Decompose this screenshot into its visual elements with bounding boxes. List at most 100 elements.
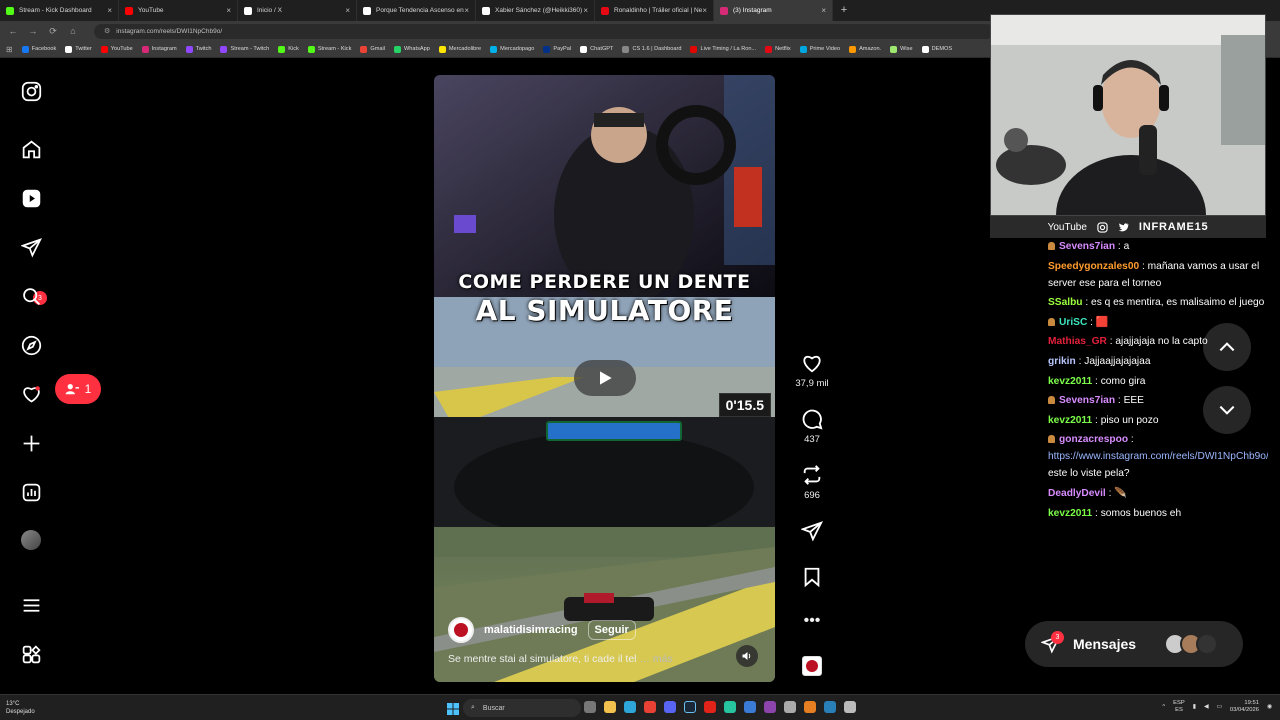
also-from-meta-icon[interactable] — [20, 643, 42, 665]
steam-icon[interactable] — [684, 701, 696, 713]
bookmark-item[interactable]: Mercadolibre — [438, 45, 481, 53]
bookmark-item[interactable]: Wise — [890, 45, 913, 53]
apps-icon[interactable]: ⊞ — [6, 45, 13, 54]
close-tab-icon[interactable]: × — [107, 6, 112, 15]
save-button[interactable] — [792, 566, 832, 592]
instagram-logo-icon[interactable] — [20, 80, 42, 102]
speaker-icon — [742, 652, 751, 660]
chat-username: SSalbu — [1048, 297, 1083, 309]
browser-tab[interactable]: (3) Instagram × — [714, 0, 833, 21]
bookmark-item[interactable]: PayPal — [543, 45, 571, 53]
bookmark-item[interactable]: Instagram — [141, 45, 177, 53]
bookmark-item[interactable]: Twitter — [65, 45, 92, 53]
audio-thumbnail[interactable] — [802, 656, 822, 676]
language-indicator[interactable]: ESP ES — [1173, 700, 1185, 714]
bookmark-item[interactable]: Mercadopago — [490, 45, 534, 53]
bookmark-item[interactable]: Stream - Kick — [307, 45, 351, 53]
app-icon[interactable] — [844, 701, 856, 713]
file-explorer-icon[interactable] — [604, 701, 616, 713]
notifications-heart-icon[interactable] — [20, 383, 42, 405]
close-tab-icon[interactable]: × — [702, 6, 707, 15]
like-count: 37,9 mil — [795, 378, 829, 389]
play-button[interactable] — [574, 360, 636, 396]
bookmark-item[interactable]: Facebook — [21, 45, 56, 53]
battery-icon[interactable]: ▭ — [1216, 704, 1221, 710]
new-tab-button[interactable]: + — [833, 0, 855, 21]
app-icon[interactable] — [744, 701, 756, 713]
chrome-icon[interactable] — [644, 701, 656, 713]
weather-widget[interactable]: 13°C Despejado — [6, 700, 35, 716]
volume-icon[interactable]: ◀ — [1204, 704, 1208, 710]
discord-icon[interactable] — [664, 701, 676, 713]
close-tab-icon[interactable]: × — [583, 6, 588, 15]
bookmark-item[interactable]: YouTube — [100, 45, 133, 53]
bookmark-item[interactable]: DEMOS — [921, 45, 952, 53]
repost-button[interactable]: 696 — [792, 464, 832, 501]
browser-tab[interactable]: Inicio / X × — [238, 0, 357, 21]
app-icon[interactable] — [824, 701, 836, 713]
bookmark-item[interactable]: Amazon. — [849, 45, 881, 53]
reel-video[interactable]: COME PERDERE UN DENTE AL SIMULATORE 0'15… — [434, 75, 775, 682]
share-button[interactable] — [792, 520, 832, 546]
clock[interactable]: 19:51 03/04/2026 — [1230, 700, 1259, 714]
network-icon[interactable]: ▮ — [1193, 704, 1196, 710]
bookmark-item[interactable]: Live Timing / La Ron... — [690, 45, 756, 53]
forward-icon[interactable]: → — [28, 26, 38, 36]
more-menu-icon[interactable] — [20, 594, 42, 616]
game-icon[interactable] — [704, 701, 716, 713]
search-nav-icon[interactable] — [20, 285, 42, 307]
tab-favicon-icon — [720, 6, 728, 15]
app-icon[interactable] — [784, 701, 796, 713]
browser-tab[interactable]: Xabier Sánchez (@Heikki360) / × — [476, 0, 595, 21]
bookmark-item[interactable]: CS 1.6 | Dashboard — [622, 45, 681, 53]
bookmark-item[interactable]: ChatGPT — [580, 45, 613, 53]
more-options-button[interactable]: ••• — [792, 612, 832, 630]
browser-tab[interactable]: Porque Tendencia Ascenso en × — [357, 0, 476, 21]
browser-tab[interactable]: Ronaldinho | Tráiler oficial | Ne × — [595, 0, 714, 21]
notifications-icon[interactable]: ◉ — [1267, 704, 1272, 710]
browser-tab[interactable]: YouTube × — [119, 0, 238, 21]
author-avatar[interactable] — [448, 617, 474, 643]
site-info-icon[interactable]: ⚙ — [104, 27, 110, 35]
bookmark-item[interactable]: Gmail — [360, 45, 385, 53]
close-tab-icon[interactable]: × — [464, 6, 469, 15]
messages-nav-icon[interactable] — [20, 236, 42, 258]
mute-button[interactable] — [736, 645, 758, 667]
app-icon[interactable] — [724, 701, 736, 713]
chevron-up-icon[interactable]: ^ — [1162, 704, 1165, 710]
close-tab-icon[interactable]: × — [345, 6, 350, 15]
home-nav-icon[interactable] — [20, 138, 42, 160]
explore-nav-icon[interactable] — [20, 334, 42, 356]
bookmark-item[interactable]: Netflix — [765, 45, 791, 53]
like-button[interactable]: 37,9 mil — [792, 352, 832, 389]
bookmark-favicon-icon — [141, 45, 149, 53]
dashboard-chart-icon[interactable] — [20, 481, 42, 503]
bookmark-item[interactable]: Twitch — [185, 45, 211, 53]
reload-icon[interactable]: ⟳ — [48, 26, 58, 37]
back-icon[interactable]: ← — [8, 26, 18, 36]
caption-more-link[interactable]: … más — [639, 653, 672, 665]
profile-avatar[interactable] — [21, 530, 41, 550]
reels-nav-icon[interactable] — [20, 187, 42, 209]
bookmark-item[interactable]: Prime Video — [799, 45, 840, 53]
close-tab-icon[interactable]: × — [226, 6, 231, 15]
app-icon[interactable] — [764, 701, 776, 713]
bookmark-item[interactable]: Stream - Twitch — [220, 45, 269, 53]
author-username[interactable]: malatidisimracing — [484, 624, 578, 636]
start-button[interactable] — [447, 702, 459, 720]
app-icon[interactable] — [804, 701, 816, 713]
follow-button[interactable]: Seguir — [587, 620, 636, 640]
taskbar-search[interactable]: ⌕ Buscar — [463, 699, 581, 717]
bookmark-item[interactable]: WhatsApp — [394, 45, 430, 53]
home-icon[interactable]: ⌂ — [68, 26, 78, 36]
comment-button[interactable]: 437 — [792, 408, 832, 445]
follow-requests-popup[interactable]: 1 — [55, 374, 101, 404]
bookmark-item[interactable]: Kick — [278, 45, 299, 53]
reel-caption[interactable]: Se mentre stai al simulatore, ti cade il… — [448, 653, 673, 665]
browser-tab[interactable]: Stream - Kick Dashboard × — [0, 0, 119, 21]
task-view-icon[interactable] — [584, 701, 596, 713]
close-tab-icon[interactable]: × — [821, 6, 826, 15]
create-plus-icon[interactable] — [20, 432, 42, 454]
edge-icon[interactable] — [624, 701, 636, 713]
url-field[interactable]: ⚙ instagram.com/reels/DWI1NpChb9o/ — [94, 23, 994, 39]
